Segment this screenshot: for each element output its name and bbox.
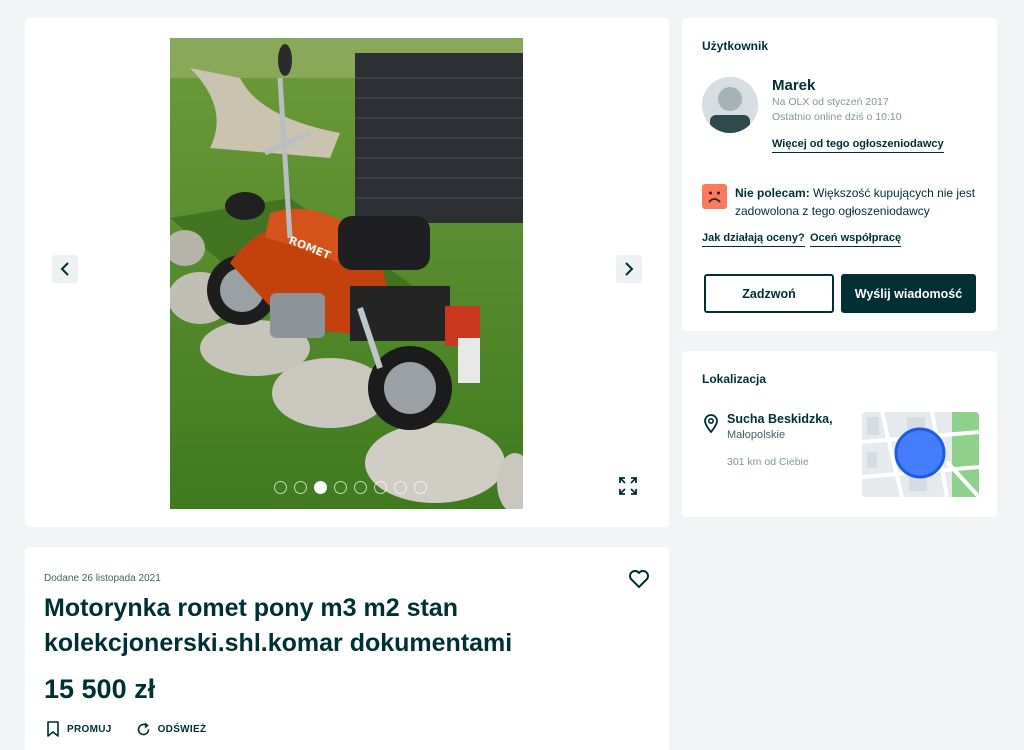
last-online: Ostatnio online dziś o 10:10 <box>772 111 902 123</box>
member-since: Na OLX od styczeń 2017 <box>772 96 889 108</box>
added-date: Dodane 26 listopada 2021 <box>44 573 161 584</box>
heart-icon <box>629 570 649 588</box>
rate-cooperation-link[interactable]: Oceń współpracę <box>810 232 902 247</box>
rating-verdict: Nie polecam: <box>735 186 810 200</box>
how-ratings-work-link[interactable]: Jak działają oceny? <box>702 232 805 247</box>
photo-pagination-dots <box>274 481 427 494</box>
seller-name: Marek <box>772 77 816 94</box>
pagination-dot[interactable] <box>274 481 287 494</box>
bookmark-icon <box>47 721 59 737</box>
listing-photo[interactable]: ROMET <box>170 38 523 509</box>
seller-card: Użytkownik Marek Na OLX od styczeń 2017 … <box>682 18 997 331</box>
negative-rating-badge <box>702 184 727 209</box>
promote-button[interactable]: PROMUJ <box>46 721 112 737</box>
pagination-dot[interactable] <box>314 481 327 494</box>
pagination-dot[interactable] <box>354 481 367 494</box>
pagination-dot[interactable] <box>394 481 407 494</box>
refresh-label: ODŚWIEŻ <box>157 723 207 735</box>
more-from-seller-link[interactable]: Więcej od tego ogłoszeniodawcy <box>772 138 944 153</box>
map-thumbnail <box>862 412 979 497</box>
chevron-left-icon <box>60 262 69 276</box>
photo-gallery: ROMET <box>25 18 669 527</box>
sad-face-icon <box>708 191 721 203</box>
location-card: Lokalizacja Sucha Beskidzka, Małopolskie… <box>682 351 997 517</box>
send-message-button[interactable]: Wyślij wiadomość <box>841 274 976 313</box>
pagination-dot[interactable] <box>334 481 347 494</box>
next-photo-button[interactable] <box>616 255 642 283</box>
pagination-dot[interactable] <box>414 481 427 494</box>
promote-label: PROMUJ <box>67 723 112 735</box>
user-heading: Użytkownik <box>702 39 769 53</box>
pagination-dot[interactable] <box>294 481 307 494</box>
previous-photo-button[interactable] <box>52 255 78 283</box>
refresh-icon <box>137 722 149 735</box>
location-heading: Lokalizacja <box>702 372 767 386</box>
favorite-button[interactable] <box>628 569 650 593</box>
pagination-dot[interactable] <box>374 481 387 494</box>
region-name: Małopolskie <box>727 429 786 441</box>
listing-price: 15 500 zł <box>44 674 156 704</box>
location-pin-icon <box>704 414 718 433</box>
city-name: Sucha Beskidzka, <box>727 412 833 426</box>
listing-details: Dodane 26 listopada 2021 Motorynka romet… <box>25 547 669 750</box>
listing-title: Motorynka romet pony m3 m2 stan kolekcjo… <box>44 594 513 657</box>
refresh-button[interactable]: ODŚWIEŻ <box>136 721 207 737</box>
call-button[interactable]: Zadzwoń <box>704 274 834 313</box>
seller-rating: Nie polecam: Większość kupujących nie je… <box>735 184 985 220</box>
distance-text: 301 km od Ciebie <box>727 456 809 468</box>
user-avatar-icon <box>702 77 758 133</box>
fullscreen-button[interactable] <box>615 473 641 499</box>
location-map[interactable] <box>862 412 979 497</box>
avatar[interactable] <box>702 77 758 133</box>
chevron-right-icon <box>625 262 634 276</box>
expand-icon <box>619 477 637 495</box>
